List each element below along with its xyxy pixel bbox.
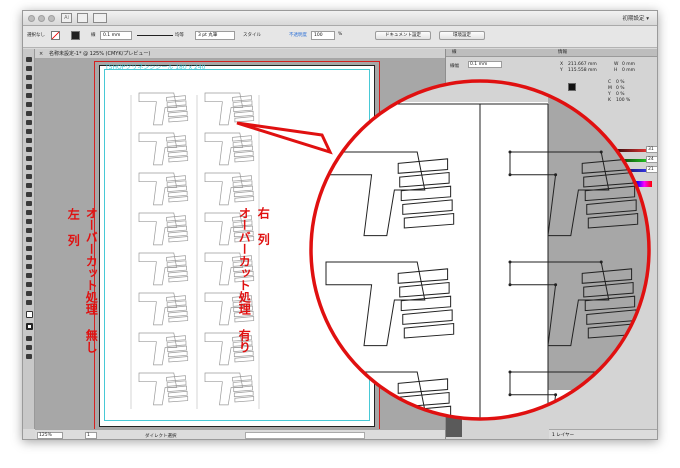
zoom-artwork-left-bottom-slat bbox=[403, 420, 452, 434]
screenshot-stage: Ai 初期設定 ▾ 選択なし 線 0.1 mm 均等 3 pt 丸筆 スタイル … bbox=[0, 0, 680, 468]
zoom-artwork-right-bottom-anchor-point bbox=[554, 393, 558, 397]
zoom-artwork-right-top-anchor-point bbox=[599, 150, 603, 154]
left-column-caption: オーバーカット処理 無し bbox=[84, 207, 99, 353]
zoom-artwork-right-mid-anchor-point bbox=[508, 283, 512, 287]
left-column-title: 左 列 bbox=[66, 208, 81, 246]
zoom-artwork-right-bottom-slat bbox=[587, 420, 636, 434]
zoom-artwork-right-mid-anchor-point bbox=[554, 283, 558, 287]
zoom-artwork-right-mid-anchor-point bbox=[599, 260, 603, 264]
zoom-artwork-right-top-anchor-point bbox=[508, 173, 512, 177]
zoom-artwork-right-bottom-slat bbox=[583, 391, 634, 408]
zoom-artwork-right-mid-anchor-point bbox=[508, 260, 512, 264]
zoom-artwork-right-bottom-anchor-point bbox=[508, 370, 512, 374]
zoom-artwork-right-bottom-slat bbox=[584, 405, 636, 419]
zoom-artwork-left-bottom-slat bbox=[404, 434, 453, 448]
right-column-title: 右 列 bbox=[256, 207, 271, 245]
right-column-caption: オーバーカット処理 有り bbox=[237, 207, 252, 353]
zoom-callout: シール bbox=[236, 79, 651, 448]
zoom-artwork-right-bottom-anchor-point bbox=[508, 393, 512, 397]
zoom-artwork-right-bottom-slat bbox=[588, 434, 637, 448]
zoom-artwork-right-top-anchor-point bbox=[508, 150, 512, 154]
callout-pointer bbox=[236, 121, 333, 155]
zoom-artwork-right-top-anchor-point bbox=[554, 173, 558, 177]
zoom-artwork-right-bottom-slat bbox=[581, 378, 633, 394]
zoom-canvas-grey bbox=[548, 81, 649, 390]
